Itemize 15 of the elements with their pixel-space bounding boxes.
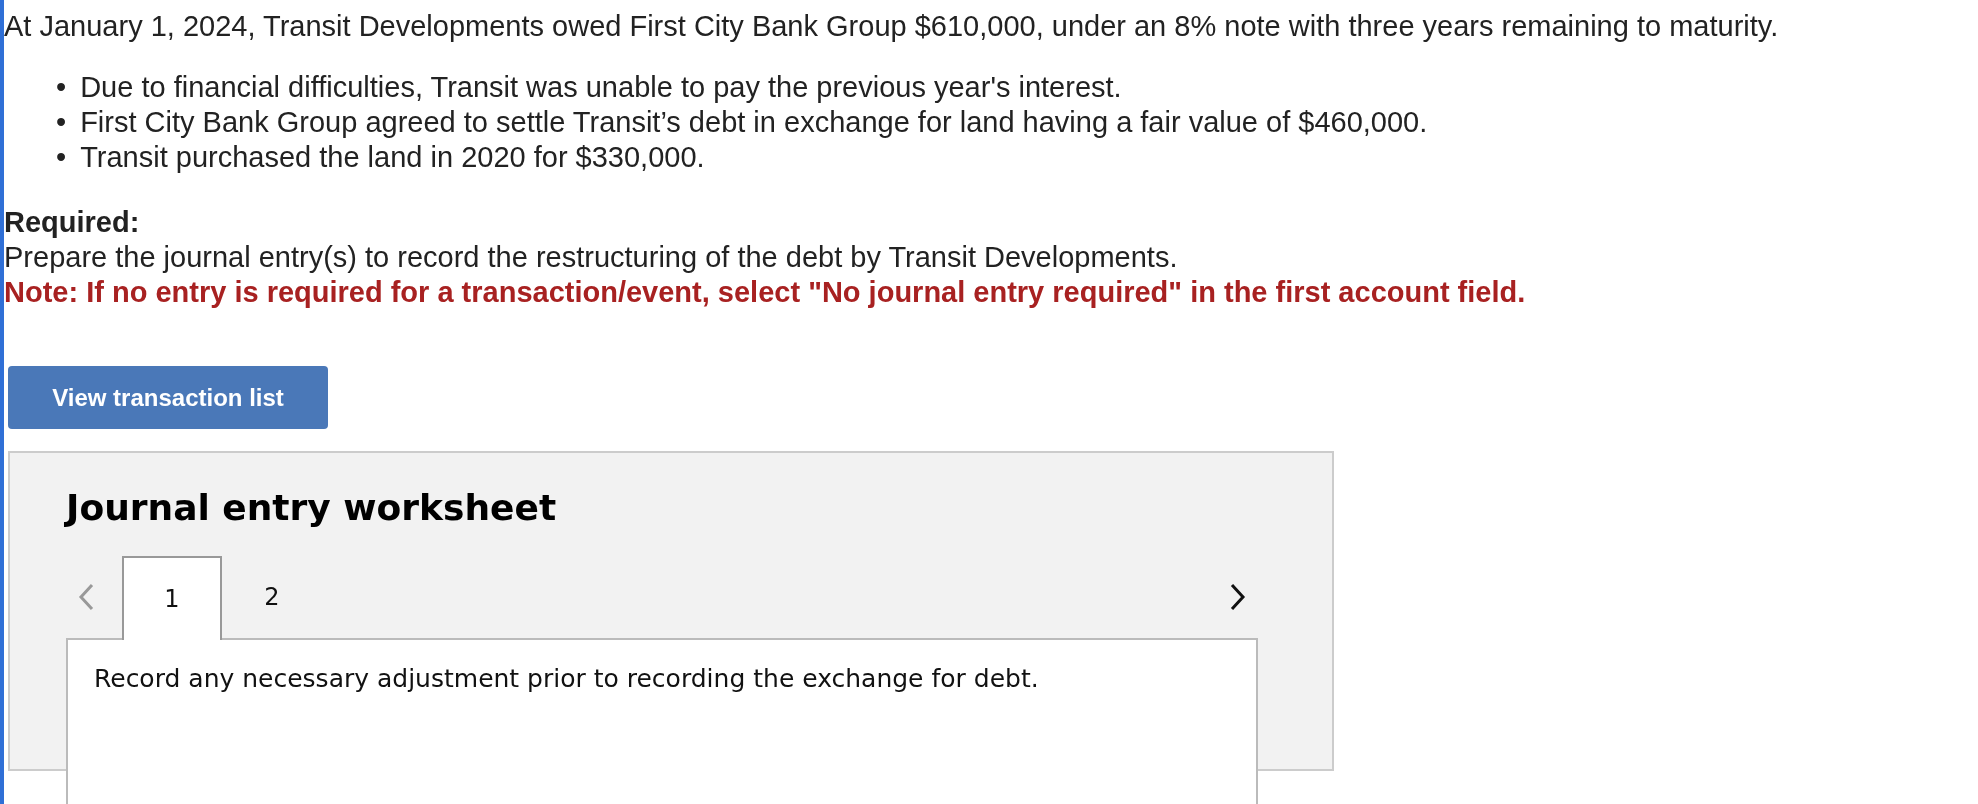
view-transaction-list-button[interactable]: View transaction list (8, 366, 328, 429)
instruction-text: Record any necessary adjustment prior to recording the exchange for debt. (94, 664, 1040, 693)
bullet-marker: • (56, 105, 67, 140)
bullet-item: First City Bank Group agreed to settle Transit’s debt in exchange for land having a fair value of $460,000. (80, 105, 1428, 140)
note-text: Note: If no entry is required for a transaction/event, select "No journal entry required" in the first account field. (4, 275, 1526, 310)
worksheet-tab[interactable]: 1 (122, 556, 222, 640)
bullet-marker: • (56, 70, 67, 105)
bullet-marker: • (56, 140, 67, 175)
worksheet-title: Journal entry worksheet (66, 487, 558, 528)
bullet-item: Transit purchased the land in 2020 for $330,000. (80, 140, 705, 175)
bullet-item: Due to financial difficulties, Transit was unable to pay the previous year's interest. (80, 70, 1122, 105)
worksheet-tab[interactable]: 2 (222, 556, 322, 638)
required-heading: Required: (4, 205, 140, 240)
problem-text: At January 1, 2024, Transit Developments owed First City Bank Group $610,000, under an 8% note with three years remaining to maturity. (4, 9, 1780, 44)
requirement-text: Prepare the journal entry(s) to record the restructuring of the debt by Transit Developments. (4, 240, 1178, 275)
